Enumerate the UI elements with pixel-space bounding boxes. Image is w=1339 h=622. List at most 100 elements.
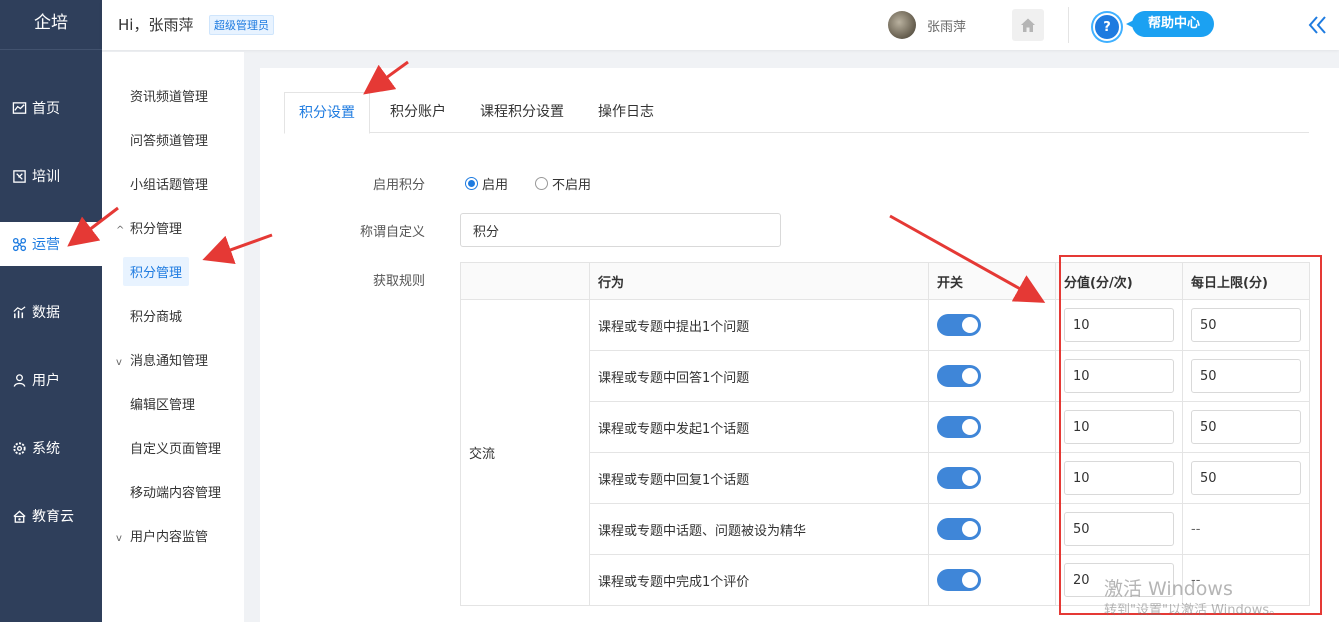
- nav-item-training[interactable]: 培训: [0, 154, 102, 198]
- toggle-switch[interactable]: [937, 314, 981, 336]
- nav-label: 用户: [32, 373, 60, 389]
- tab-operation-log[interactable]: 操作日志: [598, 92, 654, 133]
- subnav-item-editor-area[interactable]: 编辑区管理: [130, 394, 195, 413]
- tab-points-accounts[interactable]: 积分账户: [390, 92, 446, 133]
- chevron-up-icon: ^: [116, 225, 125, 236]
- limit-input[interactable]: [1191, 410, 1301, 444]
- cluster-icon: [11, 236, 27, 252]
- limit-input[interactable]: [1191, 461, 1301, 495]
- radio-dot: [535, 177, 548, 190]
- score-input[interactable]: [1064, 512, 1174, 546]
- nav-label: 系统: [32, 441, 60, 457]
- chevron-down-icon: v: [116, 533, 122, 544]
- rules-table: 行为 开关 分值(分/次) 每日上限(分) 交流 课程或专题中提出1个问题 课程…: [460, 262, 1310, 606]
- avatar[interactable]: [888, 11, 916, 39]
- switch-cell: [928, 452, 1056, 504]
- subnav-item-news-channel[interactable]: 资讯频道管理: [130, 86, 208, 105]
- score-input[interactable]: [1064, 410, 1174, 444]
- score-input[interactable]: [1064, 461, 1174, 495]
- nav-item-home[interactable]: 首页: [0, 86, 102, 130]
- toggle-switch[interactable]: [937, 569, 981, 591]
- score-cell: [1055, 401, 1183, 453]
- subnav-item-mobile-content[interactable]: 移动端内容管理: [130, 482, 221, 501]
- toggle-switch[interactable]: [937, 518, 981, 540]
- username[interactable]: 张雨萍: [927, 16, 966, 35]
- limit-cell: [1182, 452, 1310, 504]
- subnav-group-notifications[interactable]: v 消息通知管理: [116, 350, 208, 369]
- nav-label: 数据: [32, 305, 60, 321]
- action-cell: 课程或专题中回复1个话题: [589, 452, 929, 504]
- action-cell: 课程或专题中提出1个问题: [589, 299, 929, 351]
- main-nav: 企培 首页 培训 运营 数据 用户 系统 教育云: [0, 0, 102, 622]
- radio-label: 不启用: [552, 178, 592, 193]
- score-input[interactable]: [1064, 359, 1174, 393]
- top-header: Hi，张雨萍 超级管理员 张雨萍 ? 帮助中心: [102, 0, 1339, 50]
- radio-disable[interactable]: 不启用: [535, 174, 591, 193]
- home-icon: [1021, 18, 1035, 32]
- help-center-button[interactable]: 帮助中心: [1125, 11, 1215, 37]
- subnav-group-label: 消息通知管理: [130, 354, 209, 369]
- score-cell: [1055, 299, 1183, 351]
- toggle-switch[interactable]: [937, 365, 981, 387]
- bar-chart-icon: [11, 304, 27, 320]
- subnav-item-points-management[interactable]: 积分管理: [123, 257, 190, 286]
- limit-cell: [1182, 401, 1310, 453]
- user-icon: [11, 372, 27, 388]
- nav-item-edu-cloud[interactable]: 教育云: [0, 494, 102, 538]
- home-button[interactable]: [1012, 9, 1044, 41]
- nav-label: 运营: [32, 237, 60, 253]
- switch-cell: [928, 401, 1056, 453]
- help-icon[interactable]: ?: [1093, 13, 1121, 41]
- chevron-down-icon: v: [116, 357, 122, 368]
- nav-item-data[interactable]: 数据: [0, 290, 102, 334]
- alias-input[interactable]: [460, 213, 781, 247]
- tab-bar: 积分设置 积分账户 课程积分设置 操作日志: [284, 92, 1309, 134]
- subnav-item-qa-channel[interactable]: 问答频道管理: [130, 130, 208, 149]
- subnav-item-group-topics[interactable]: 小组话题管理: [130, 174, 208, 193]
- action-cell: 课程或专题中回答1个问题: [589, 350, 929, 402]
- score-input[interactable]: [1064, 308, 1174, 342]
- tab-points-settings[interactable]: 积分设置: [284, 92, 370, 134]
- double-chevron-left-icon[interactable]: [1307, 14, 1329, 36]
- nav-label: 首页: [32, 101, 60, 117]
- col-header-daily-limit: 每日上限(分): [1182, 262, 1310, 300]
- greeting: Hi，张雨萍: [118, 16, 194, 34]
- rules-label: 获取规则: [373, 274, 426, 289]
- col-header-score: 分值(分/次): [1055, 262, 1183, 300]
- table-row: 交流 课程或专题中提出1个问题: [460, 299, 1310, 606]
- alias-label: 称谓自定义: [360, 225, 426, 240]
- radio-label: 启用: [482, 178, 509, 193]
- nav-item-operations[interactable]: 运营: [0, 222, 102, 266]
- radio-enable[interactable]: 启用: [465, 174, 508, 193]
- divider: [1068, 7, 1069, 43]
- tab-course-points[interactable]: 课程积分设置: [480, 92, 564, 133]
- switch-cell: [928, 350, 1056, 402]
- toggle-switch[interactable]: [937, 416, 981, 438]
- nav-item-system[interactable]: 系统: [0, 426, 102, 470]
- app-logo[interactable]: 企培: [0, 0, 102, 50]
- subnav-item-points-mall[interactable]: 积分商城: [130, 306, 182, 325]
- cloud-home-icon: [11, 508, 27, 524]
- limit-cell: [1182, 299, 1310, 351]
- limit-cell: [1182, 350, 1310, 402]
- subnav-group-points[interactable]: ^ 积分管理: [116, 218, 182, 237]
- toggle-switch[interactable]: [937, 467, 981, 489]
- action-cell: 课程或专题中发起1个话题: [589, 401, 929, 453]
- nav-item-users[interactable]: 用户: [0, 358, 102, 402]
- switch-cell: [928, 503, 1056, 555]
- category-cell: 交流: [460, 299, 590, 606]
- activation-watermark: 激活 Windows: [1104, 578, 1233, 600]
- switch-cell: [928, 554, 1056, 606]
- sub-nav: 资讯频道管理 问答频道管理 小组话题管理 ^ 积分管理 积分管理 积分商城 v 消息…: [102, 52, 244, 622]
- col-header-category: [460, 262, 590, 300]
- col-header-switch: 开关: [928, 262, 1056, 300]
- subnav-group-label: 积分管理: [130, 222, 183, 237]
- subnav-item-custom-pages[interactable]: 自定义页面管理: [130, 438, 221, 457]
- limit-input[interactable]: [1191, 359, 1301, 393]
- limit-input[interactable]: [1191, 308, 1301, 342]
- switch-cell: [928, 299, 1056, 351]
- role-badge: 超级管理员: [209, 15, 274, 35]
- limit-cell: --: [1182, 503, 1310, 555]
- gear-icon: [11, 440, 27, 456]
- subnav-group-content-monitor[interactable]: v 用户内容监管: [116, 526, 208, 545]
